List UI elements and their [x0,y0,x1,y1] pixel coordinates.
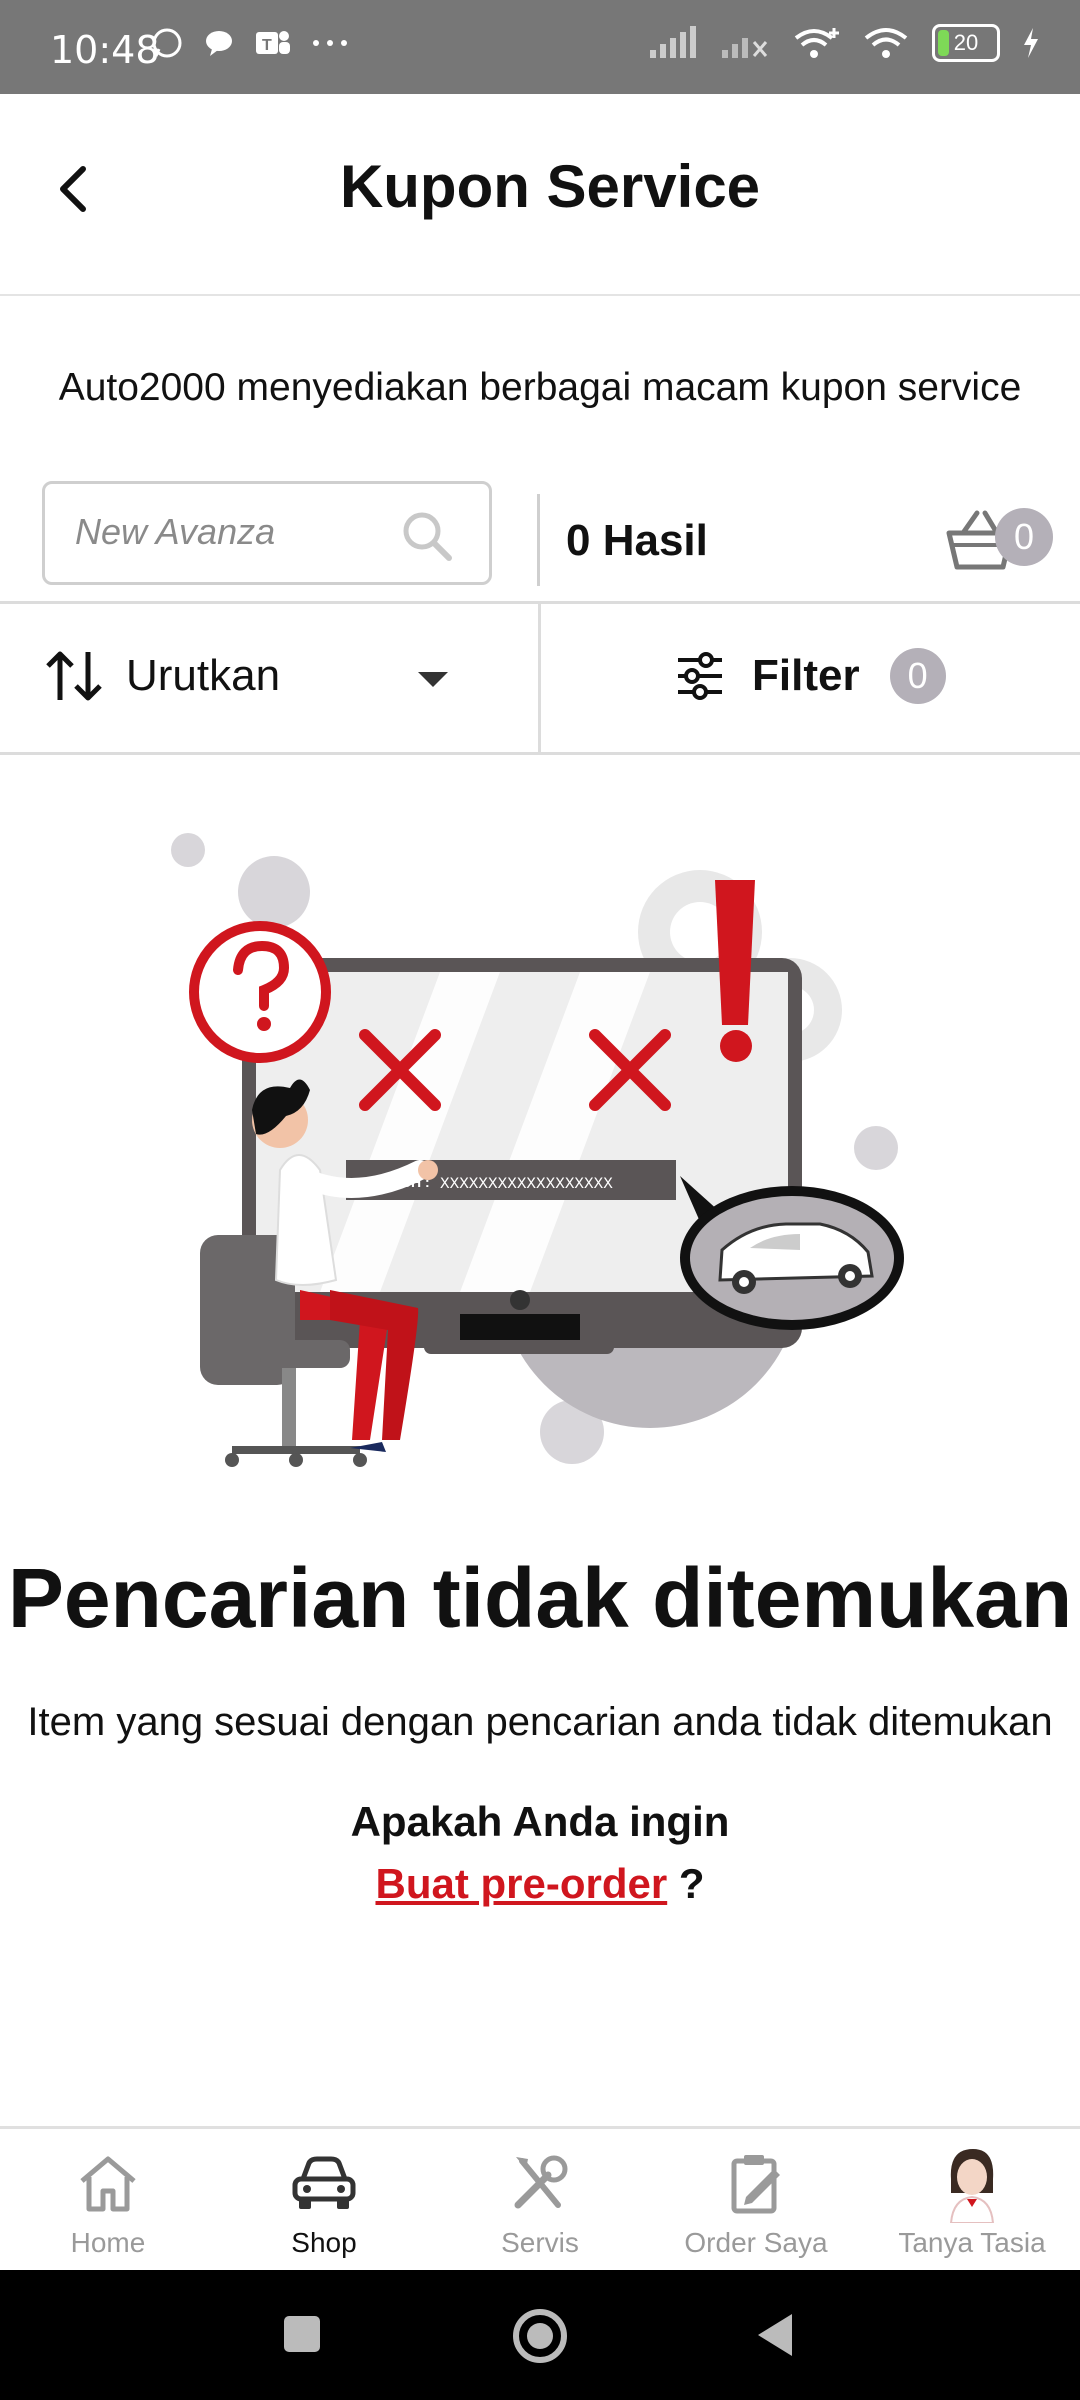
preorder-suffix: ? [678,1860,705,1907]
signal-no-service-icon [722,38,768,58]
divider [0,752,1080,755]
nav-label-home: Home [70,2227,146,2258]
nav-item-order-saya[interactable]: Order Saya [648,2129,864,2273]
intro-text: Auto2000 menyediakan berbagai macam kupo… [58,366,1022,409]
nav-label-order-saya: Order Saya [684,2227,828,2258]
preorder-link[interactable]: Buat pre-order [375,1860,667,1907]
bottom-navigation: Home Shop Servis Order Saya Tanya Tasia [0,2126,1080,2273]
chat-bubble-icon [206,31,232,56]
basket-count-badge: 0 [995,508,1053,566]
clipboard-icon [731,2155,780,2214]
nav-label-shop: Shop [291,2227,357,2258]
nav-item-home[interactable]: Home [0,2129,216,2273]
car-icon [292,2156,356,2209]
tools-icon [514,2155,568,2209]
empty-state-description: Item yang sesuai dengan pencarian anda t… [27,1700,1053,1744]
nav-item-shop[interactable]: Shop [216,2129,432,2273]
sort-label: Urutkan [126,651,281,700]
wifi-plus-icon [794,28,839,58]
filter-label: Filter [752,651,860,700]
not-found-illustration: SEARCH : XXXXXXXXXXXXXXXXXX [171,833,904,1467]
home-icon [80,2156,136,2212]
charging-bolt-icon [1024,28,1038,58]
filter-button[interactable]: Filter 0 [676,648,946,704]
app-header: Kupon Service [0,94,1080,296]
notification-icons: T [150,26,350,60]
result-count: 0 Hasil [566,516,708,565]
sort-button[interactable]: Urutkan [44,648,280,704]
divider [538,603,541,752]
nav-item-servis[interactable]: Servis [432,2129,648,2273]
preorder-line: Buat pre-order ? [0,1860,1080,1908]
recents-icon[interactable] [280,2312,324,2356]
whatsapp-icon [152,28,182,58]
empty-state-title: Pencarian tidak ditemukan [7,1551,1073,1645]
teams-icon: T [256,31,290,54]
sort-arrows-icon [46,651,102,701]
nav-label-servis: Servis [501,2227,579,2258]
nav-label-tanya-tasia: Tanya Tasia [898,2227,1046,2258]
battery-icon: 20 [932,24,1000,62]
home-circle-icon[interactable] [510,2306,570,2366]
illustration-search-text: XXXXXXXXXXXXXXXXXX [440,1175,613,1193]
assistant-avatar-icon [949,2149,995,2223]
divider [537,494,540,586]
system-navigation-bar [0,2270,1080,2400]
system-status-icons: 20 [648,24,1040,62]
signal-icon [650,26,696,58]
svg-text:T: T [262,37,272,54]
search-box[interactable] [42,481,492,585]
page-title: Kupon Service [339,153,761,220]
caret-down-icon[interactable] [418,672,448,687]
wifi-icon [864,28,908,58]
search-icon[interactable] [401,510,453,562]
more-dots-icon [313,40,347,46]
search-input[interactable] [73,510,417,554]
battery-percent: 20 [953,30,979,55]
back-triangle-icon[interactable] [752,2310,796,2360]
nav-item-tanya-tasia[interactable]: Tanya Tasia [864,2129,1080,2273]
preorder-question: Apakah Anda ingin [350,1798,730,1845]
filter-sliders-icon [678,652,722,700]
status-bar: 10:48 T 20 [0,0,1080,94]
filter-count-badge: 0 [889,648,946,704]
status-time: 10:48 [50,28,160,72]
